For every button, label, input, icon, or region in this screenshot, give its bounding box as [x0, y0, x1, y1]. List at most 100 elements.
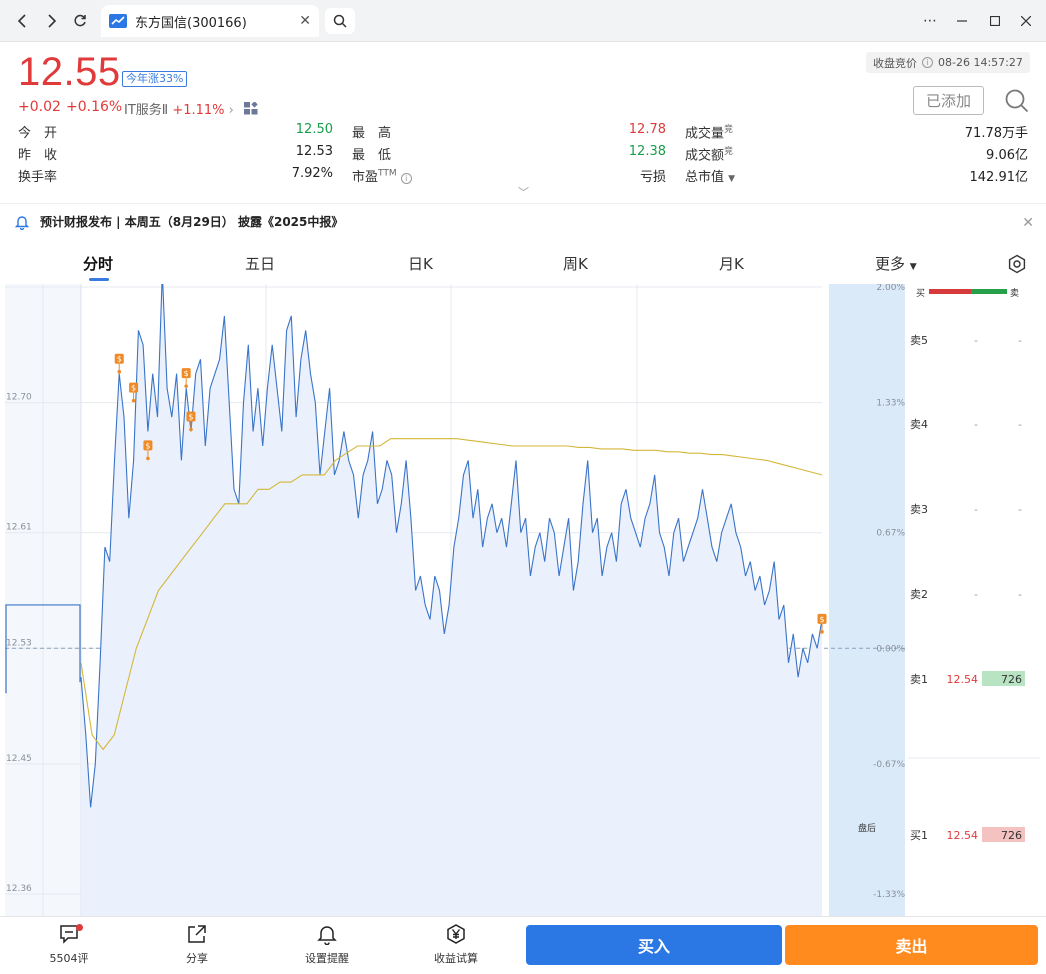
y-tick-pct: -0.67% — [873, 760, 905, 770]
event-marker[interactable]: $ — [817, 613, 827, 634]
chevron-right-icon: › — [228, 103, 234, 118]
event-marker-dot — [117, 369, 122, 374]
forward-icon[interactable] — [40, 9, 64, 33]
yen-icon — [447, 924, 465, 944]
stat-value-open: 12.50 — [295, 122, 333, 137]
ob-ask-vol: - — [1018, 588, 1022, 601]
set-alert-button[interactable]: 设置提醒 — [292, 923, 362, 966]
earnings-notice[interactable]: 预计财报发布 | 本周五（8月29日） 披露《2025中报》 ✕ — [0, 203, 1046, 239]
status-time: 08-26 14:57:27 — [938, 56, 1023, 69]
ob-header-buy: 买 — [916, 288, 925, 299]
event-marker-dot — [189, 427, 193, 432]
caret-down-icon: ▼ — [909, 262, 917, 272]
calc-label: 收益试算 — [434, 952, 478, 965]
stat-value-high: 12.78 — [628, 122, 666, 137]
tab-five-day[interactable]: 五日 — [245, 253, 275, 274]
after-hours-label: 盘后 — [858, 822, 876, 834]
maximize-icon[interactable] — [985, 11, 1005, 31]
stat-value-pe: 亏损 — [639, 170, 666, 185]
ob-ask-label: 卖3 — [910, 503, 928, 516]
event-marker[interactable]: $ — [181, 368, 191, 388]
event-marker[interactable]: $ — [114, 353, 124, 374]
profit-calc-button[interactable]: 收益试算 — [421, 923, 491, 966]
stat-value-prev-close: 12.53 — [295, 144, 333, 159]
stats-row: 昨 收 12.53 最 低 12.38 成交额竞 9.06亿 — [18, 144, 1030, 166]
close-window-icon[interactable] — [1016, 11, 1036, 31]
stat-value-turnover: 9.06亿 — [986, 148, 1028, 163]
ob-bid-price: 12.54 — [947, 829, 979, 842]
bell-icon — [14, 215, 30, 230]
close-icon[interactable]: ✕ — [1022, 215, 1034, 231]
tab-more[interactable]: 更多 ▼ — [875, 253, 917, 274]
info-icon[interactable]: i — [400, 173, 412, 184]
tab-weekly-k[interactable]: 周K — [563, 253, 588, 274]
after-hours-region — [829, 284, 905, 916]
sell-button[interactable]: 卖出 — [785, 925, 1038, 965]
tab-search-icon[interactable] — [325, 8, 355, 34]
current-price: 12.55 — [18, 50, 121, 94]
intraday-chart[interactable]: $ $ $ $ $ $ 12.78 12.70 12.61 12.53 12.45 12.36 2.0… — [0, 272, 1046, 916]
stat-label: 成交量竞 — [685, 125, 734, 142]
ytd-badge: 今年涨33% — [122, 71, 188, 87]
tab-intraday[interactable]: 分时 — [83, 253, 113, 274]
y-tick-price: 12.61 — [6, 523, 32, 533]
y-tick-pct: 0.67% — [876, 529, 905, 539]
chart-area[interactable]: $ $ $ $ $ $ 12.78 12.70 12.61 12.53 12.45 12.36 2.0… — [0, 272, 1046, 916]
ob-bid-vol: 726 — [1001, 829, 1022, 842]
ob-ask-label: 卖5 — [910, 334, 928, 347]
ob-ask-label: 卖1 — [910, 673, 928, 686]
y-tick-price: 12.53 — [6, 638, 32, 648]
share-label: 分享 — [186, 952, 208, 965]
site-logo-icon — [109, 14, 127, 28]
search-icon[interactable] — [1004, 88, 1030, 114]
stat-value-volume: 71.78万手 — [964, 126, 1028, 141]
event-marker-dot — [184, 384, 188, 388]
buy-button[interactable]: 买入 — [526, 925, 782, 965]
alert-label: 设置提醒 — [305, 952, 349, 965]
grid-icon[interactable] — [244, 101, 258, 115]
more-options-icon[interactable]: ⋯ — [920, 11, 940, 31]
active-tab-indicator — [89, 278, 109, 281]
tab-close-icon[interactable]: ✕ — [299, 13, 311, 29]
browser-chrome: 东方国信(300166) ✕ ⋯ — [0, 0, 1046, 42]
y-tick-price: 12.36 — [6, 884, 32, 894]
ob-ask-vol: - — [1018, 334, 1022, 347]
stat-label: 昨 收 — [18, 148, 58, 163]
stat-label[interactable]: 总市值 ▼ — [685, 166, 735, 185]
added-watchlist-button[interactable]: 已添加 — [913, 86, 984, 115]
stat-label: 最 高 — [352, 126, 392, 141]
ob-ask-price: 12.54 — [947, 673, 979, 686]
price-change: +0.02 — [18, 99, 61, 115]
notice-text: 预计财报发布 | 本周五（8月29日） 披露《2025中报》 — [40, 215, 344, 229]
stat-label: 市盈TTM i — [352, 166, 412, 185]
ob-ask-price: - — [974, 503, 978, 516]
sector-link[interactable]: IT服务Ⅱ +1.11% › — [124, 99, 258, 118]
tab-monthly-k[interactable]: 月K — [719, 253, 744, 274]
tab-daily-k[interactable]: 日K — [408, 253, 433, 274]
event-marker-dot — [820, 630, 824, 634]
minimize-icon[interactable] — [952, 11, 972, 31]
info-icon[interactable]: i — [922, 57, 933, 68]
sector-name: IT服务Ⅱ — [124, 103, 169, 118]
reload-icon[interactable] — [68, 9, 92, 33]
ob-ask-label: 卖2 — [910, 588, 928, 601]
dollar-icon: $ — [188, 413, 193, 422]
event-marker-dot — [131, 398, 136, 403]
y-tick-price: 12.45 — [6, 754, 32, 764]
browser-tab[interactable]: 东方国信(300166) ✕ — [101, 5, 319, 37]
stat-value-turnover-rate: 7.92% — [291, 166, 333, 181]
gear-icon[interactable] — [1007, 254, 1027, 274]
dollar-icon: $ — [117, 355, 122, 364]
comments-button[interactable]: 5504评 — [34, 923, 104, 966]
share-button[interactable]: 分享 — [162, 923, 232, 966]
ob-ask-price: - — [974, 418, 978, 431]
bottom-action-bar: 5504评 分享 设置提醒 收益试算 买入 卖出 — [0, 916, 1046, 974]
ob-ask-vol: 726 — [1001, 673, 1022, 686]
order-book: 买 卖卖5 - - 卖4 - - 卖3 - - 卖2 - - 卖1 12.54 726 买1 12.54 726 — [908, 288, 1040, 842]
expand-chevron-icon[interactable]: ﹀ — [518, 184, 529, 200]
back-icon[interactable] — [10, 9, 34, 33]
ob-ask-price: - — [974, 588, 978, 601]
y-tick-price: 12.70 — [6, 393, 32, 403]
ob-ask-label: 卖4 — [910, 418, 928, 431]
stats-row: 今 开 12.50 最 高 12.78 成交量竞 71.78万手 — [18, 122, 1030, 144]
